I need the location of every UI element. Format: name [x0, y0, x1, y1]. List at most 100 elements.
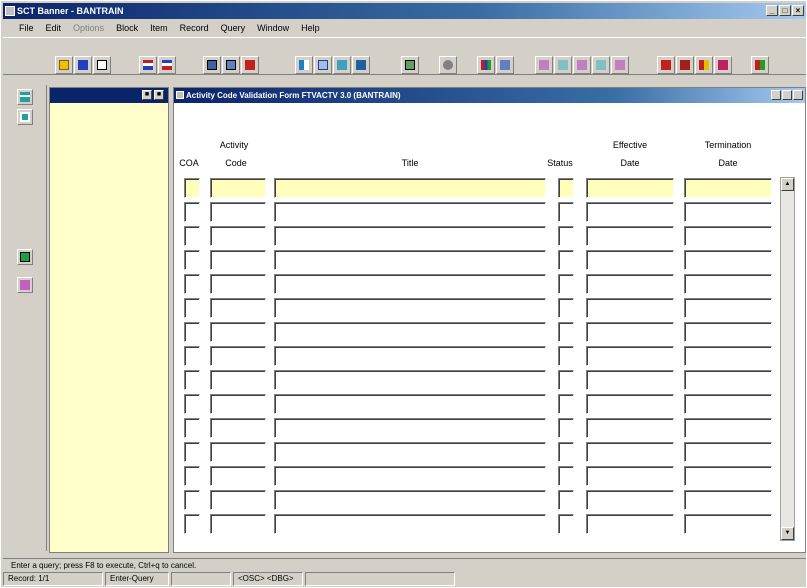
form-maximize-button[interactable]	[782, 90, 792, 100]
title-field[interactable]	[274, 250, 546, 270]
maximize-button[interactable]: □	[779, 5, 791, 16]
status-field[interactable]	[558, 466, 574, 486]
effective-date-field[interactable]	[586, 370, 674, 390]
termination-date-field[interactable]	[684, 250, 772, 270]
coa-field[interactable]	[184, 202, 200, 222]
rollback-button[interactable]	[74, 56, 92, 74]
menu-record[interactable]: Record	[174, 20, 215, 36]
close-button[interactable]: ×	[792, 5, 804, 16]
options-button-1[interactable]	[535, 56, 553, 74]
menu-file[interactable]: File	[13, 20, 40, 36]
save-button[interactable]	[55, 56, 73, 74]
effective-date-field[interactable]	[586, 226, 674, 246]
title-field[interactable]	[274, 466, 546, 486]
status-field[interactable]	[558, 202, 574, 222]
termination-date-field[interactable]	[684, 298, 772, 318]
coa-field[interactable]	[184, 178, 200, 198]
termination-date-field[interactable]	[684, 442, 772, 462]
remove-record-button[interactable]	[158, 56, 176, 74]
activity-code-field[interactable]	[210, 466, 266, 486]
effective-date-field[interactable]	[586, 298, 674, 318]
title-field[interactable]	[274, 346, 546, 366]
title-field[interactable]	[274, 202, 546, 222]
activity-code-field[interactable]	[210, 274, 266, 294]
menu-options[interactable]: Options	[67, 20, 110, 36]
bookmark-button[interactable]	[676, 56, 694, 74]
grid-view-button[interactable]	[17, 109, 33, 125]
termination-date-field[interactable]	[684, 370, 772, 390]
activity-code-field[interactable]	[210, 370, 266, 390]
activity-code-field[interactable]	[210, 250, 266, 270]
status-field[interactable]	[558, 226, 574, 246]
graph-button[interactable]	[496, 56, 514, 74]
status-field[interactable]	[558, 274, 574, 294]
scroll-up-button[interactable]: ▲	[781, 178, 794, 191]
coa-field[interactable]	[184, 322, 200, 342]
coa-field[interactable]	[184, 298, 200, 318]
help-button[interactable]	[657, 56, 675, 74]
effective-date-field[interactable]	[586, 346, 674, 366]
effective-date-field[interactable]	[586, 514, 674, 534]
title-field[interactable]	[274, 322, 546, 342]
effective-date-field[interactable]	[586, 442, 674, 462]
nav-collapse-button[interactable]: ■	[142, 90, 152, 100]
tree-button[interactable]	[17, 249, 33, 265]
title-field[interactable]	[274, 226, 546, 246]
coa-field[interactable]	[184, 442, 200, 462]
status-field[interactable]	[558, 370, 574, 390]
termination-date-field[interactable]	[684, 178, 772, 198]
termination-date-field[interactable]	[684, 346, 772, 366]
activity-code-field[interactable]	[210, 514, 266, 534]
select-button[interactable]	[93, 56, 111, 74]
minimize-button[interactable]: _	[766, 5, 778, 16]
coa-field[interactable]	[184, 370, 200, 390]
menu-help[interactable]: Help	[295, 20, 326, 36]
effective-date-field[interactable]	[586, 490, 674, 510]
vertical-scrollbar[interactable]: ▲ ▼	[780, 177, 795, 541]
title-field[interactable]	[274, 370, 546, 390]
coa-field[interactable]	[184, 466, 200, 486]
termination-date-field[interactable]	[684, 322, 772, 342]
search-button[interactable]	[439, 56, 457, 74]
status-field[interactable]	[558, 346, 574, 366]
title-field[interactable]	[274, 442, 546, 462]
coa-field[interactable]	[184, 514, 200, 534]
termination-date-field[interactable]	[684, 514, 772, 534]
execute-query-button[interactable]	[314, 56, 332, 74]
menu-query[interactable]: Query	[215, 20, 252, 36]
activity-code-field[interactable]	[210, 322, 266, 342]
effective-date-field[interactable]	[586, 178, 674, 198]
termination-date-field[interactable]	[684, 202, 772, 222]
previous-block-button[interactable]	[203, 56, 221, 74]
title-field[interactable]	[274, 514, 546, 534]
activity-code-field[interactable]	[210, 202, 266, 222]
title-field[interactable]	[274, 298, 546, 318]
activity-code-field[interactable]	[210, 178, 266, 198]
favorites-button[interactable]	[714, 56, 732, 74]
status-field[interactable]	[558, 322, 574, 342]
chart-button[interactable]	[477, 56, 495, 74]
status-field[interactable]	[558, 298, 574, 318]
title-field[interactable]	[274, 394, 546, 414]
title-field[interactable]	[274, 178, 546, 198]
cancel-query-button[interactable]	[333, 56, 351, 74]
menu-window[interactable]: Window	[251, 20, 295, 36]
activity-code-field[interactable]	[210, 298, 266, 318]
activity-code-field[interactable]	[210, 346, 266, 366]
calendar-button[interactable]	[17, 277, 33, 293]
nav-toggle-button[interactable]	[17, 89, 33, 105]
options-button-4[interactable]	[592, 56, 610, 74]
effective-date-field[interactable]	[586, 274, 674, 294]
exit-button[interactable]	[751, 56, 769, 74]
enter-query-button[interactable]	[295, 56, 313, 74]
options-button-3[interactable]	[573, 56, 591, 74]
options-button-2[interactable]	[554, 56, 572, 74]
termination-date-field[interactable]	[684, 274, 772, 294]
menu-block[interactable]: Block	[110, 20, 144, 36]
nav-close-button[interactable]: ■	[154, 90, 164, 100]
effective-date-field[interactable]	[586, 466, 674, 486]
coa-field[interactable]	[184, 226, 200, 246]
status-field[interactable]	[558, 490, 574, 510]
form-minimize-button[interactable]	[771, 90, 781, 100]
next-block-button[interactable]	[222, 56, 240, 74]
